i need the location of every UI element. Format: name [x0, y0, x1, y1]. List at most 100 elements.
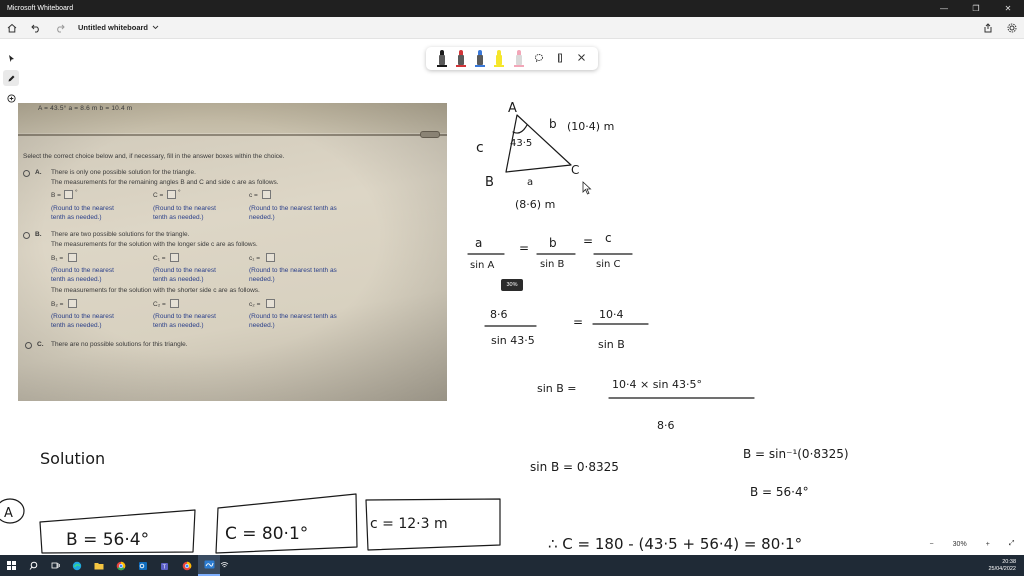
outlook-icon[interactable] [132, 555, 154, 576]
document-title: Untitled whiteboard [78, 23, 148, 32]
option-a-c-angle-label: C = [153, 192, 164, 199]
option-c-letter: C. [37, 341, 44, 348]
mouse-cursor-icon [582, 181, 592, 195]
pink-highlighter-icon[interactable] [513, 50, 524, 67]
angle-arc [512, 124, 528, 134]
blue-pen-icon[interactable] [475, 50, 486, 67]
option-b-line3: The measurements for the solution with t… [51, 287, 260, 294]
ink-eq3: sin B = 0·8325 [530, 460, 619, 474]
option-a-radio[interactable] [23, 170, 30, 177]
close-window-button[interactable]: ✕ [992, 0, 1024, 17]
ink-eq1-rnum: 10·4 [599, 308, 624, 321]
ink-eq5: B = 56·4° [750, 485, 809, 499]
yellow-highlighter-icon[interactable] [494, 50, 505, 67]
option-a-c-side-input[interactable] [262, 190, 271, 199]
answer-box-b [39, 509, 196, 554]
zoom-out-button[interactable]: − [930, 541, 934, 548]
option-b-b1-round: (Round to the nearest [51, 267, 114, 274]
ink-eq1-den: sin 43·5 [491, 334, 535, 347]
ink-eq6: ∴ C = 180 - (43·5 + 56·4) = 80·1° [548, 535, 802, 553]
option-a-c-angle-input[interactable] [167, 190, 176, 199]
option-b-b1-label: B₁ = [51, 255, 64, 262]
ink-box-b: B = 56·4° [66, 530, 149, 550]
given-values: A = 43.5° a = 8.6 m b = 10.4 m [38, 105, 133, 112]
document-title-button[interactable]: Untitled whiteboard [78, 23, 159, 32]
add-icon[interactable] [3, 90, 19, 106]
ink-vertex-a: A [508, 101, 517, 116]
option-a-b-input[interactable] [64, 190, 73, 199]
ink-eq1-eq: = [573, 315, 583, 329]
ink-box-c: C = 80·1° [225, 524, 308, 544]
problem-photo[interactable]: A = 43.5° a = 8.6 m b = 10.4 m Select th… [18, 103, 447, 401]
ink-part-a: A [4, 506, 13, 521]
option-a-c-round: (Round to the nearest [153, 205, 216, 212]
redo-icon[interactable] [48, 17, 72, 39]
part-a-circle [0, 498, 25, 524]
network-icon[interactable] [220, 561, 235, 571]
photo-vignette [18, 103, 447, 401]
minimize-button[interactable]: — [928, 0, 960, 17]
search-icon[interactable] [22, 555, 44, 576]
chrome-icon[interactable] [110, 555, 132, 576]
ruler-icon[interactable] [554, 53, 566, 65]
drag-handle [420, 131, 440, 138]
share-icon[interactable] [976, 17, 1000, 39]
option-b-c2-angle-label: C₂ = [153, 301, 166, 308]
option-b-c1-round2: tenth as needed.) [153, 276, 204, 283]
ink-eq2-den: 8·6 [657, 419, 675, 432]
file-explorer-icon[interactable] [88, 555, 110, 576]
whiteboard-icon[interactable] [198, 555, 220, 576]
ink-vertex-b: B [485, 175, 494, 190]
option-b-radio[interactable] [23, 232, 30, 239]
zoom-in-button[interactable]: + [986, 541, 990, 548]
option-b-b2-label: B₂ = [51, 301, 64, 308]
system-clock[interactable]: 20:38 25/04/2022 [988, 559, 1024, 572]
ink-eq2-lhs: sin B = [537, 382, 577, 395]
close-icon[interactable] [575, 53, 587, 64]
windows-start-icon[interactable] [0, 555, 22, 576]
option-c-radio[interactable] [25, 342, 32, 349]
home-icon[interactable] [0, 17, 24, 39]
ink-side-b: b [549, 117, 557, 131]
option-b-c1-angle-input[interactable] [170, 253, 179, 262]
settings-icon[interactable] [1000, 17, 1024, 39]
red-pen-icon[interactable] [455, 50, 466, 67]
ink-law-eq2: = [583, 234, 593, 248]
zoom-control: − 30% + ⤢ [920, 535, 1024, 553]
option-b-c2-round: (Round to the nearest [153, 313, 216, 320]
task-view-icon[interactable] [44, 555, 66, 576]
zoom-level[interactable]: 30% [953, 541, 967, 548]
option-b-c2-side-round: (Round to the nearest tenth as [249, 313, 337, 320]
select-tool-icon[interactable] [3, 50, 19, 66]
option-b-c2-angle-input[interactable] [170, 299, 179, 308]
option-b-c1-side-input[interactable] [266, 253, 275, 262]
chrome-profile-icon[interactable] [176, 555, 198, 576]
fit-to-screen-icon[interactable]: ⤢ [1009, 540, 1015, 548]
ink-law-a: a [475, 236, 482, 250]
inking-tool-icon[interactable] [3, 70, 19, 86]
restore-button[interactable]: ❐ [960, 0, 992, 17]
lasso-icon[interactable] [533, 53, 545, 65]
option-b-b1-round2: tenth as needed.) [51, 276, 102, 283]
app-bar: Untitled whiteboard [0, 17, 1024, 39]
ink-box-side-c: c = 12·3 m [370, 516, 448, 532]
option-b-b2-input[interactable] [68, 299, 77, 308]
teams-icon[interactable]: T [154, 555, 176, 576]
undo-icon[interactable] [24, 17, 48, 39]
black-pen-icon[interactable] [436, 50, 447, 67]
option-b-c1-side-round2: needed.) [249, 276, 275, 283]
answer-box-c [215, 493, 358, 554]
edge-icon[interactable] [66, 555, 88, 576]
option-a-c-side-round: (Round to the nearest tenth as [249, 205, 337, 212]
triangle-sketch [505, 114, 572, 173]
option-b-b1-input[interactable] [68, 253, 77, 262]
ink-solution: Solution [40, 449, 105, 468]
option-b-c2-side-label: c₂ = [249, 301, 261, 308]
option-c-line1: There are no possible solutions for this… [51, 341, 188, 348]
option-a-c-side-round2: needed.) [249, 214, 275, 221]
ink-side-a: a [527, 177, 533, 188]
option-b-line1: There are two possible solutions for the… [51, 231, 190, 238]
option-a-c-side-label: c = [249, 192, 258, 199]
ink-law-eq1: = [519, 241, 529, 255]
option-b-c2-side-input[interactable] [266, 299, 275, 308]
